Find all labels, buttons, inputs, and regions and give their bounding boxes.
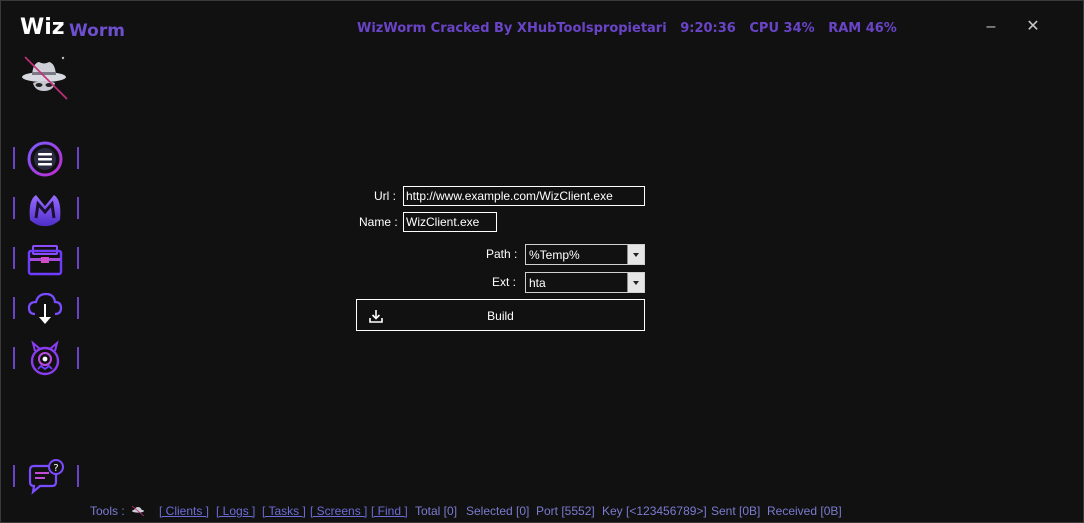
sidebar-item-downloader[interactable] <box>13 288 81 330</box>
cloud-download-icon <box>27 292 63 324</box>
url-label: Url : <box>374 189 396 203</box>
find-link[interactable]: [ Find ] <box>371 504 408 518</box>
build-button[interactable]: Build <box>356 299 645 331</box>
ext-select[interactable]: hta <box>525 272 645 293</box>
main-window: Wiz Worm WizWorm Cracked By XHubToolspro… <box>0 0 1084 523</box>
name-input[interactable] <box>403 212 497 232</box>
build-label: Build <box>487 309 514 323</box>
sidebar-item-help[interactable]: ? <box>13 456 81 498</box>
ram-usage: RAM 46% <box>828 21 897 36</box>
clock: 9:20:36 <box>680 21 736 36</box>
hacker-hat-logo-icon <box>22 56 68 100</box>
sidebar-item-menu[interactable] <box>13 138 81 180</box>
path-label: Path : <box>486 247 518 261</box>
hacker-hat-small-icon <box>131 506 145 516</box>
clients-link[interactable]: [ Clients ] <box>159 504 209 518</box>
ext-label: Ext : <box>492 275 517 289</box>
total-count: Total [0] <box>415 504 458 518</box>
port-value: Port [5552] <box>536 504 595 518</box>
key-value: Key [<123456789>] <box>602 504 707 518</box>
received-value: Received [0B] <box>767 504 842 518</box>
wallet-icon <box>27 245 63 276</box>
close-button[interactable]: ✕ <box>1022 17 1044 37</box>
tasks-link[interactable]: [ Tasks ] <box>262 504 306 518</box>
path-select-value: %Temp% <box>529 248 580 262</box>
url-input[interactable] <box>403 186 645 206</box>
sidebar-item-monster[interactable] <box>13 338 81 380</box>
minimize-button[interactable]: – <box>980 17 1002 37</box>
sent-value: Sent [0B] <box>711 504 761 518</box>
name-label: Name : <box>359 215 398 229</box>
sidebar-item-wallet[interactable] <box>13 238 81 280</box>
monster-eye-icon <box>30 340 60 376</box>
selected-count: Selected [0] <box>466 504 530 518</box>
cpu-usage: CPU 34% <box>749 21 815 36</box>
screens-link[interactable]: [ Screens ] <box>310 504 367 518</box>
app-title: WizWorm Cracked By XHubToolspropietari <box>357 21 667 36</box>
chevron-down-icon[interactable] <box>627 245 644 264</box>
svg-text:?: ? <box>53 463 58 474</box>
malwarebytes-m-icon <box>29 195 61 227</box>
logs-link[interactable]: [ Logs ] <box>216 504 255 518</box>
menu-icon <box>27 141 63 177</box>
chat-help-icon: ? <box>28 459 64 495</box>
title-status: WizWorm Cracked By XHubToolspropietari 9… <box>357 21 906 36</box>
path-select[interactable]: %Temp% <box>525 244 645 265</box>
brand-worm: Worm <box>69 21 125 41</box>
sidebar-item-malware[interactable] <box>13 188 81 230</box>
ext-select-value: hta <box>529 276 546 290</box>
tools-label: Tools : <box>90 504 125 518</box>
chevron-down-icon[interactable] <box>627 273 644 292</box>
brand-wiz: Wiz <box>20 15 65 40</box>
